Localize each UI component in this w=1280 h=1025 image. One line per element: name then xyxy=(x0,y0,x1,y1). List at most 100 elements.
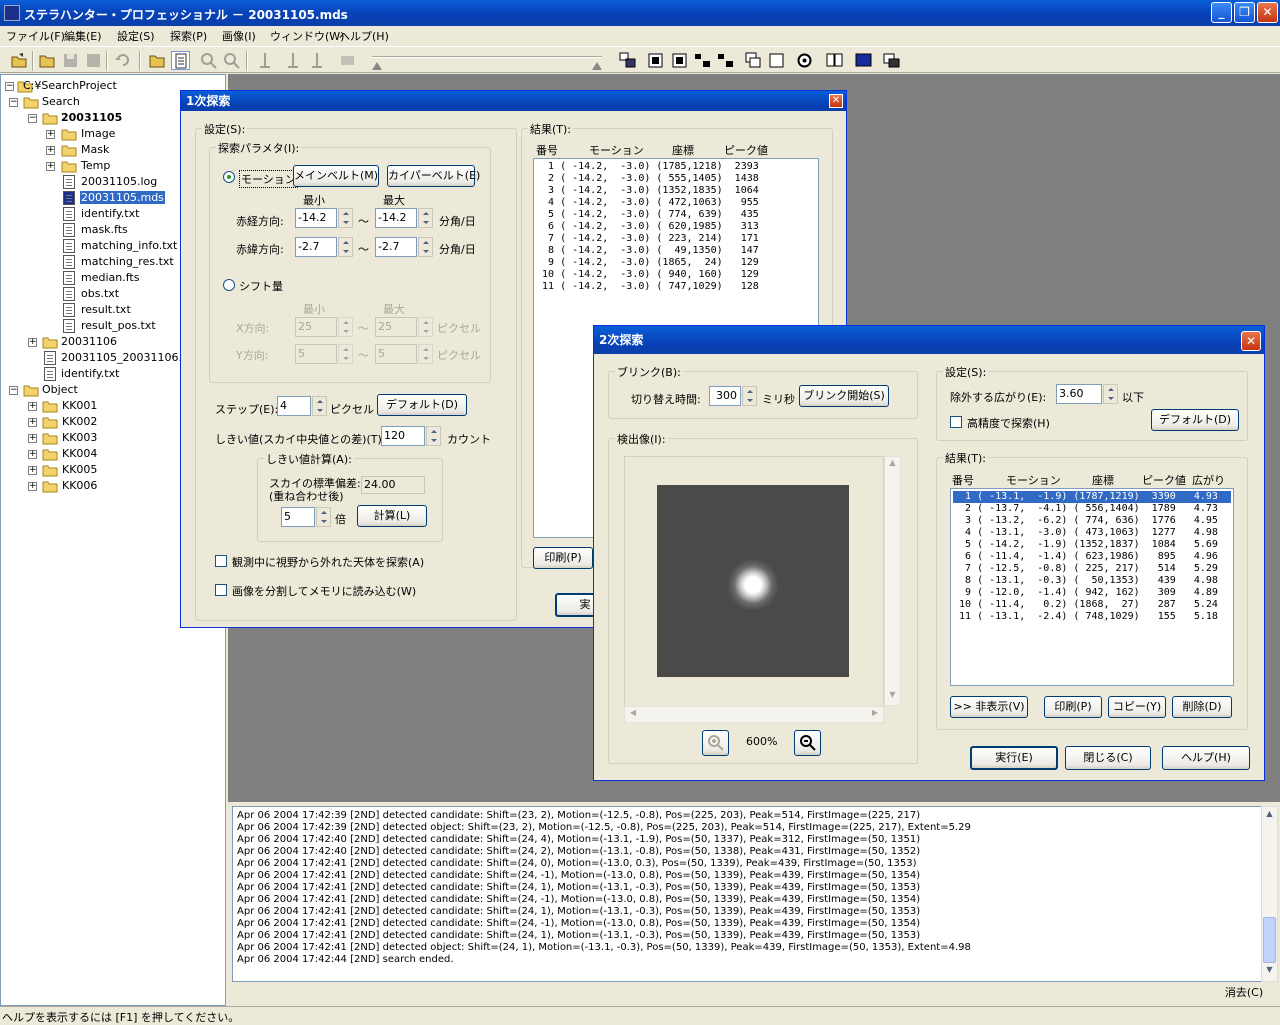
dialog-title[interactable]: 1次探索 xyxy=(181,91,846,111)
dec-min-input[interactable]: -2.7 xyxy=(295,237,337,257)
ra-max-spinner[interactable] xyxy=(418,208,433,228)
log-output[interactable]: Apr 06 2004 17:42:39 [2ND] detected cand… xyxy=(232,806,1262,982)
list-item[interactable]: 7 ( -14.2, -3.0) ( 223, 214) 171 xyxy=(536,233,759,245)
export-icon[interactable] xyxy=(882,51,901,70)
list-item[interactable]: 8 ( -14.2, -3.0) ( 49,1350) 147 xyxy=(536,245,759,257)
tree-folder-temp[interactable]: Temp xyxy=(81,159,110,172)
document-view-icon[interactable] xyxy=(171,51,190,70)
ra-min-spinner[interactable] xyxy=(338,208,353,228)
exclude-input[interactable]: 3.60 xyxy=(1056,384,1102,404)
expand-toggle[interactable]: − xyxy=(28,114,37,123)
save-icon[interactable] xyxy=(61,51,80,70)
tree-root[interactable]: C:¥SearchProject xyxy=(23,79,117,92)
menu-settings[interactable]: 設定(S) xyxy=(117,28,155,44)
image-vscrollbar[interactable]: ▲ ▼ xyxy=(884,456,901,706)
log-scrollbar[interactable]: ▲ ▼ xyxy=(1261,806,1278,982)
expand-toggle[interactable]: + xyxy=(28,418,37,427)
tree-file[interactable]: result.txt xyxy=(81,303,131,316)
list-item[interactable]: 10 ( -11.4, 0.2) (1868, 27) 287 5.24 xyxy=(953,599,1218,611)
expand-toggle[interactable]: + xyxy=(46,146,55,155)
dialog-title[interactable]: 2次探索 xyxy=(594,326,1264,354)
x-min-input[interactable]: 25 xyxy=(295,317,337,337)
scroll-thumb[interactable] xyxy=(1263,917,1276,963)
tree-file[interactable]: 20031105.log xyxy=(81,175,157,188)
tree-file[interactable]: obs.txt xyxy=(81,287,119,300)
expand-toggle[interactable]: − xyxy=(5,82,14,91)
y-min-input[interactable]: 5 xyxy=(295,344,337,364)
offfield-checkbox[interactable] xyxy=(215,555,227,567)
list-item[interactable]: 5 ( -14.2, -1.9) (1352,1837) 1084 5.69 xyxy=(953,539,1218,551)
y-max-spinner[interactable] xyxy=(418,344,433,364)
image-icon[interactable] xyxy=(854,51,873,70)
x-max-spinner[interactable] xyxy=(418,317,433,337)
tree-file[interactable]: matching_info.txt xyxy=(81,239,177,252)
y-min-spinner[interactable] xyxy=(338,344,353,364)
app-title-bar[interactable]: ステラハンター・プロフェッショナル － 20031105.mds _ ❐ ✕ xyxy=(0,0,1280,26)
arrange-2-icon[interactable] xyxy=(716,51,735,70)
arrange-icon[interactable] xyxy=(693,51,712,70)
tree-file[interactable]: 20031105_20031106.txt xyxy=(61,351,197,364)
multiplier-input[interactable]: 5 xyxy=(281,507,315,527)
list-item[interactable]: 4 ( -14.2, -3.0) ( 472,1063) 955 xyxy=(536,197,759,209)
default-button[interactable]: デフォルト(D) xyxy=(377,394,467,416)
list-item-selected[interactable]: 1 ( -13.1, -1.9) (1787,1219) 3390 4.93 xyxy=(953,491,1231,503)
dec-min-spinner[interactable] xyxy=(338,237,353,257)
tree-object-item[interactable]: KK003 xyxy=(62,431,97,444)
multiplier-spinner[interactable] xyxy=(316,507,331,527)
list-item[interactable]: 9 ( -14.2, -3.0) (1865, 24) 129 xyxy=(536,257,759,269)
list-item[interactable]: 3 ( -13.2, -6.2) ( 774, 636) 1776 4.95 xyxy=(953,515,1218,527)
expand-toggle[interactable]: + xyxy=(28,466,37,475)
menu-image[interactable]: 画像(I) xyxy=(222,28,256,44)
list-item[interactable]: 9 ( -12.0, -1.4) ( 942, 162) 309 4.89 xyxy=(953,587,1218,599)
y-max-input[interactable]: 5 xyxy=(375,344,417,364)
expand-toggle[interactable]: − xyxy=(9,98,18,107)
tree-folder-mask[interactable]: Mask xyxy=(81,143,109,156)
close-button[interactable]: 閉じる(C) xyxy=(1065,746,1151,770)
dec-max-input[interactable]: -2.7 xyxy=(375,237,417,257)
clear-log-button[interactable]: 消去(C) xyxy=(1216,985,1272,1003)
menu-search[interactable]: 探索(P) xyxy=(170,28,207,44)
frame-slider[interactable] xyxy=(372,50,602,70)
tree-search[interactable]: Search xyxy=(42,95,80,108)
threshold-spinner[interactable] xyxy=(426,426,441,446)
zoom-out-icon[interactable] xyxy=(222,51,241,70)
list-item[interactable]: 8 ( -13.1, -0.3) ( 50,1353) 439 4.98 xyxy=(953,575,1218,587)
list-item[interactable]: 3 ( -14.2, -3.0) (1352,1835) 1064 xyxy=(536,185,759,197)
expand-toggle[interactable]: + xyxy=(46,162,55,171)
list-item[interactable]: 2 ( -14.2, -3.0) ( 555,1405) 1438 xyxy=(536,173,759,185)
maximize-view-icon[interactable] xyxy=(767,51,786,70)
expand-toggle[interactable]: + xyxy=(28,482,37,491)
close-icon[interactable]: ✕ xyxy=(829,94,843,108)
shift-label[interactable]: シフト量 xyxy=(239,278,283,294)
expand-toggle[interactable]: + xyxy=(28,434,37,443)
star-tool-3-icon[interactable] xyxy=(308,51,327,70)
tree-file[interactable]: result_pos.txt xyxy=(81,319,156,332)
tile-windows-icon[interactable] xyxy=(618,51,637,70)
tree-object-item[interactable]: KK005 xyxy=(62,463,97,476)
ra-min-input[interactable]: -14.2 xyxy=(295,208,337,228)
exclude-spinner[interactable] xyxy=(1103,384,1118,404)
x-max-input[interactable]: 25 xyxy=(375,317,417,337)
tree-folder-20031105[interactable]: 20031105 xyxy=(61,111,122,124)
close-icon[interactable]: ✕ xyxy=(1241,331,1261,351)
tree-file[interactable]: matching_res.txt xyxy=(81,255,174,268)
default-button[interactable]: デフォルト(D) xyxy=(1151,409,1239,431)
menu-edit[interactable]: 編集(E) xyxy=(64,28,102,44)
high-precision-checkbox[interactable] xyxy=(950,416,962,428)
scroll-left-icon[interactable]: ◀ xyxy=(626,708,640,721)
scroll-up-icon[interactable]: ▲ xyxy=(1263,809,1276,823)
zoom-in-icon[interactable] xyxy=(702,730,729,756)
minimize-icon[interactable]: _ xyxy=(1211,2,1232,23)
star-tool-2-icon[interactable] xyxy=(284,51,303,70)
frame-icon[interactable] xyxy=(646,51,665,70)
close-icon[interactable]: ✕ xyxy=(1257,2,1278,23)
tree-file[interactable]: identify.txt xyxy=(61,367,119,380)
tree-folder-image[interactable]: Image xyxy=(81,127,115,140)
scroll-down-icon[interactable]: ▼ xyxy=(1263,965,1276,979)
compare-icon[interactable] xyxy=(825,51,844,70)
hide-button[interactable]: >> 非表示(V) xyxy=(950,696,1028,718)
calc-button[interactable]: 計算(L) xyxy=(357,505,427,527)
menu-window[interactable]: ウィンドウ(W) xyxy=(270,28,344,44)
app-icon[interactable] xyxy=(4,5,20,21)
dec-max-spinner[interactable] xyxy=(418,237,433,257)
